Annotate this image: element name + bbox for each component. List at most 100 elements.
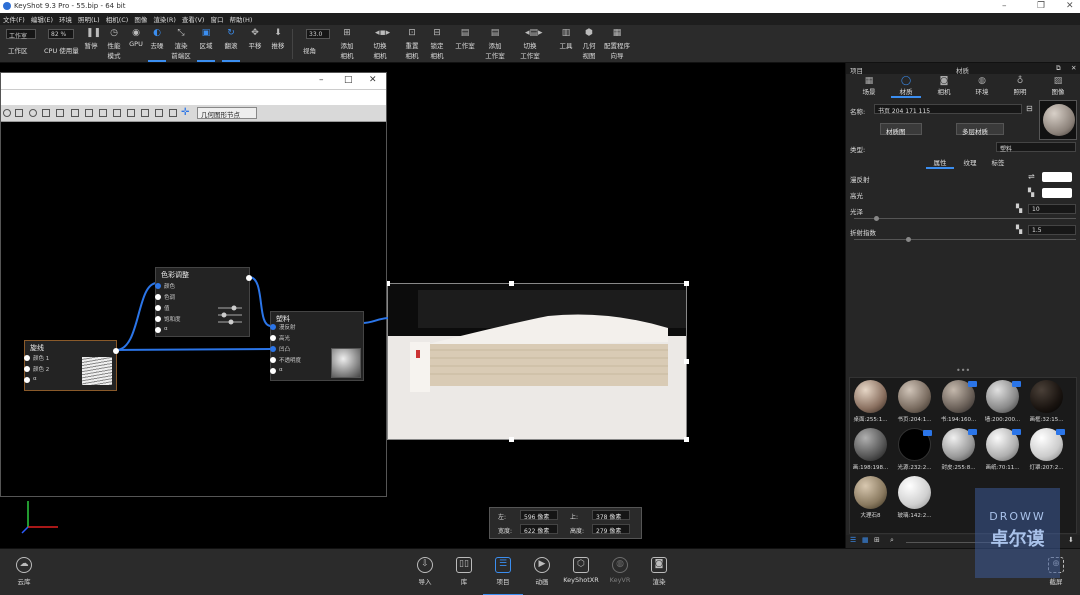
texture-icon[interactable]: ▚ bbox=[1016, 204, 1022, 213]
roughness-slider[interactable] bbox=[854, 218, 1076, 219]
dolly-button[interactable]: ⬇ 推移 bbox=[269, 28, 287, 50]
library-item[interactable]: 玻璃:142:2... bbox=[896, 476, 933, 519]
tab-scene[interactable]: ▦ 场景 bbox=[854, 76, 884, 96]
library-item[interactable]: 光源:232:2... bbox=[896, 428, 933, 471]
input-port[interactable] bbox=[270, 346, 276, 352]
roughness-slider-knob[interactable] bbox=[874, 216, 879, 221]
menu-image[interactable]: 图像 bbox=[131, 13, 150, 25]
texture-icon[interactable]: ▚ bbox=[1028, 188, 1034, 197]
menu-lighting[interactable]: 照明(L) bbox=[75, 13, 103, 25]
refraction-input[interactable]: 1.5 bbox=[1028, 225, 1076, 235]
material-type-select[interactable]: 塑料 bbox=[996, 142, 1076, 153]
tab-camera[interactable]: ◙ 相机 bbox=[929, 76, 959, 96]
tumble-button[interactable]: ↻ 翻滚 bbox=[222, 28, 240, 62]
input-port[interactable] bbox=[24, 355, 30, 361]
resize-handle[interactable] bbox=[684, 281, 689, 286]
menu-camera[interactable]: 相机(C) bbox=[103, 13, 132, 25]
undock-icon[interactable]: ⧉ bbox=[1056, 64, 1061, 73]
menu-environment[interactable]: 环境 bbox=[56, 13, 75, 25]
swirl-texture-node[interactable]: 旋线 颜色 1 颜色 2 α bbox=[24, 340, 119, 391]
cpu-usage-field[interactable]: 82 % bbox=[48, 29, 74, 39]
input-port[interactable] bbox=[24, 366, 30, 372]
render-preview-image[interactable] bbox=[387, 283, 687, 440]
switch-studio-button[interactable]: ◂▤▸ 切换 工作室 bbox=[515, 28, 545, 60]
refraction-slider[interactable] bbox=[854, 239, 1076, 240]
minimize-icon[interactable]: – bbox=[1002, 1, 1007, 11]
input-port[interactable] bbox=[270, 368, 276, 374]
keyvr-button[interactable]: ◍ KeyVR bbox=[600, 557, 640, 584]
input-port[interactable] bbox=[155, 316, 161, 322]
diffuse-color-swatch[interactable] bbox=[1042, 172, 1072, 182]
material-preview[interactable] bbox=[1039, 100, 1077, 140]
fov-field[interactable]: 33.0 bbox=[306, 29, 330, 39]
menu-view[interactable]: 查看(V) bbox=[179, 13, 208, 25]
input-port[interactable] bbox=[270, 324, 276, 330]
add-camera-button[interactable]: ⊞ 添加 相机 bbox=[336, 28, 358, 60]
library-item[interactable]: 封皮:255:8... bbox=[940, 428, 977, 471]
pan-button[interactable]: ✥ 平移 bbox=[246, 28, 264, 50]
keyshotxr-button[interactable]: ⬡ KeyShotXR bbox=[561, 557, 601, 584]
studio-button[interactable]: ▤ 工作室 bbox=[453, 28, 477, 50]
resize-handle[interactable] bbox=[509, 281, 514, 286]
resize-handle[interactable] bbox=[684, 359, 689, 364]
subtab-properties[interactable]: 属性 bbox=[926, 157, 954, 169]
render-button[interactable]: ◙ 渲染 bbox=[639, 557, 679, 586]
output-port[interactable] bbox=[246, 275, 252, 281]
menu-edit[interactable]: 编辑(E) bbox=[28, 13, 56, 25]
width-field[interactable]: 622 像素 bbox=[520, 524, 558, 535]
tab-image[interactable]: ▨ 图像 bbox=[1043, 76, 1073, 96]
save-icon[interactable]: ⊟ bbox=[1026, 104, 1033, 113]
tree-view-icon[interactable]: ⊞ bbox=[874, 536, 880, 544]
add-studio-button[interactable]: ▤ 添加 工作室 bbox=[482, 28, 508, 60]
library-item[interactable]: 画:198:198... bbox=[852, 428, 889, 471]
library-item[interactable]: 书页:204:1... bbox=[896, 380, 933, 423]
tab-lighting[interactable]: ♁ 照明 bbox=[1005, 76, 1035, 96]
geometry-view-button[interactable]: ⬢ 几何 视图 bbox=[579, 28, 599, 60]
refraction-slider-knob[interactable] bbox=[906, 237, 911, 242]
library-item[interactable]: 桌面:255:1... bbox=[852, 380, 889, 423]
roughness-input[interactable]: 10 bbox=[1028, 204, 1076, 214]
input-port[interactable] bbox=[155, 283, 161, 289]
subtab-textures[interactable]: 纹理 bbox=[958, 157, 982, 167]
panel-close-icon[interactable]: ✕ bbox=[1071, 64, 1076, 72]
maximize-icon[interactable]: ❐ bbox=[1037, 1, 1045, 11]
import-button[interactable]: ⇩ 导入 bbox=[405, 557, 445, 586]
adjust-icon[interactable]: ⇌ bbox=[1028, 172, 1035, 181]
lock-camera-button[interactable]: ⊟ 锁定 相机 bbox=[426, 28, 448, 60]
input-port[interactable] bbox=[270, 357, 276, 363]
animation-button[interactable]: ▶ 动画 bbox=[522, 557, 562, 586]
library-button[interactable]: ▯▯ 库 bbox=[444, 557, 484, 586]
library-item[interactable]: 墙:200:200... bbox=[984, 380, 1021, 423]
menu-render[interactable]: 渲染(R) bbox=[150, 13, 179, 25]
area-button[interactable]: ▣ 区域 bbox=[197, 28, 215, 62]
library-item[interactable]: 大理石8 bbox=[852, 476, 889, 519]
tools-button[interactable]: ▥ 工具 bbox=[557, 28, 575, 50]
input-port[interactable] bbox=[270, 335, 276, 341]
height-field[interactable]: 279 像素 bbox=[592, 524, 630, 535]
resize-handle[interactable] bbox=[509, 437, 514, 442]
performance-mode-button[interactable]: ◷ 性能 模式 bbox=[104, 28, 124, 60]
splitter-handle[interactable]: ••• bbox=[956, 366, 970, 375]
switch-camera-button[interactable]: ◂▪▸ 切换 相机 bbox=[368, 28, 392, 60]
tab-material[interactable]: ◯ 材质 bbox=[891, 76, 921, 98]
search-icon[interactable]: ⌕ bbox=[890, 536, 894, 545]
library-item[interactable]: 画框:32:15... bbox=[1028, 380, 1065, 423]
denoise-button[interactable]: ◐ 去噪 bbox=[148, 28, 166, 62]
specular-color-swatch[interactable] bbox=[1042, 188, 1072, 198]
input-port[interactable] bbox=[155, 327, 161, 333]
material-name-input[interactable]: 书页 204 171 115 bbox=[874, 104, 1022, 115]
tab-environment[interactable]: ◍ 环境 bbox=[967, 76, 997, 96]
color-adjust-node[interactable]: 色彩调整 颜色 色调 值 饱和度 α bbox=[155, 267, 252, 337]
render-region-button[interactable]: ⤡ 渲染 前端区 bbox=[170, 28, 192, 60]
texture-icon[interactable]: ▚ bbox=[1016, 225, 1022, 234]
list-view-icon[interactable]: ☰ bbox=[850, 536, 856, 544]
resize-handle[interactable] bbox=[684, 437, 689, 442]
reset-camera-button[interactable]: ⊡ 重置 相机 bbox=[401, 28, 423, 60]
close-icon[interactable]: ✕ bbox=[1066, 1, 1074, 11]
input-port[interactable] bbox=[155, 305, 161, 311]
top-field[interactable]: 378 像素 bbox=[592, 510, 630, 521]
grid-view-icon[interactable]: ▦ bbox=[862, 536, 869, 544]
configurator-wizard-button[interactable]: ▦ 配置程序 向导 bbox=[602, 28, 632, 60]
gpu-button[interactable]: ◉ GPU bbox=[128, 28, 144, 48]
input-port[interactable] bbox=[24, 377, 30, 383]
